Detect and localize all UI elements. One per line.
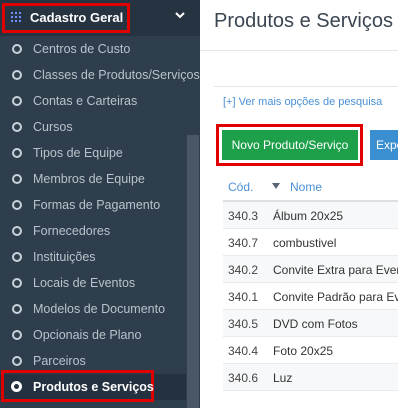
sidebar-item-label: Cursos bbox=[33, 120, 73, 134]
table-row[interactable]: 340.6 Luz bbox=[223, 364, 398, 391]
sort-desc-icon[interactable] bbox=[272, 183, 280, 189]
circle-icon bbox=[12, 356, 22, 366]
cell-name: DVD com Fotos bbox=[273, 317, 358, 331]
cell-code: 340.6 bbox=[228, 371, 259, 385]
sidebar-item-label: Instituições bbox=[33, 250, 96, 264]
table-row[interactable]: 340.5 DVD com Fotos bbox=[223, 310, 398, 337]
table-row[interactable]: 340.7 combustivel bbox=[223, 229, 398, 256]
divider bbox=[200, 50, 398, 51]
cell-name: Álbum 20x25 bbox=[273, 209, 344, 223]
cell-name: Luz bbox=[273, 371, 293, 385]
sidebar-item-label: Opcionais de Plano bbox=[33, 328, 142, 342]
cell-code: 340.3 bbox=[228, 209, 259, 223]
export-button[interactable]: Expo bbox=[370, 130, 398, 160]
table-header: Cód. Nome bbox=[223, 174, 398, 202]
divider bbox=[214, 86, 398, 87]
circle-icon bbox=[12, 278, 22, 288]
sidebar-item-label: Produtos e Serviços bbox=[33, 380, 154, 394]
sidebar-item[interactable]: Membros de Equipe bbox=[0, 166, 186, 192]
cell-name: Convite Extra para Event bbox=[273, 263, 398, 277]
cell-code: 340.4 bbox=[228, 344, 259, 358]
circle-icon bbox=[12, 44, 22, 54]
circle-icon bbox=[12, 304, 22, 314]
table-row[interactable]: 340.2 Convite Extra para Event bbox=[223, 256, 398, 283]
circle-icon bbox=[12, 330, 22, 340]
sidebar-item[interactable]: Instituições bbox=[0, 244, 186, 270]
circle-icon bbox=[12, 122, 22, 132]
sidebar-item[interactable]: Produtos e Serviços bbox=[0, 370, 186, 402]
sidebar-menu: Centros de Custo Classes de Produtos/Serv… bbox=[0, 36, 200, 402]
table-row[interactable]: 340.4 Foto 20x25 bbox=[223, 337, 398, 364]
sidebar-item-label: Contas e Carteiras bbox=[33, 94, 138, 108]
circle-icon bbox=[12, 226, 22, 236]
sidebar-item[interactable]: Modelos de Documento bbox=[0, 296, 186, 322]
sidebar-item-label: Membros de Equipe bbox=[33, 172, 145, 186]
cell-code: 340.5 bbox=[228, 317, 259, 331]
column-header-name[interactable]: Nome bbox=[290, 180, 322, 194]
new-product-button[interactable]: Novo Produto/Serviço bbox=[222, 130, 358, 160]
sidebar-item[interactable]: Locais de Eventos bbox=[0, 270, 186, 296]
sidebar-section-header[interactable]: Cadastro Geral bbox=[0, 0, 200, 36]
circle-icon bbox=[12, 174, 22, 184]
circle-icon bbox=[12, 96, 22, 106]
cell-code: 340.2 bbox=[228, 263, 259, 277]
sidebar-item-label: Centros de Custo bbox=[33, 42, 131, 56]
column-header-code[interactable]: Cód. bbox=[228, 180, 253, 194]
main-content: Produtos e Serviços [+] Ver mais opções … bbox=[200, 0, 398, 408]
sidebar-item[interactable]: Centros de Custo bbox=[0, 36, 186, 62]
sidebar-item[interactable]: Fornecedores bbox=[0, 218, 186, 244]
sidebar-item-label: Parceiros bbox=[33, 354, 86, 368]
cell-code: 340.7 bbox=[228, 236, 259, 250]
page-title: Produtos e Serviços bbox=[214, 10, 393, 32]
sidebar-item-label: Classes de Produtos/Serviços bbox=[33, 68, 200, 82]
sidebar-item-label: Fornecedores bbox=[33, 224, 111, 238]
sidebar-section-title: Cadastro Geral bbox=[30, 10, 124, 25]
cell-name: Convite Padrão para Eve bbox=[273, 290, 398, 304]
sidebar-scrollbar[interactable] bbox=[187, 135, 199, 408]
circle-icon bbox=[11, 381, 22, 392]
circle-icon bbox=[12, 200, 22, 210]
cell-name: Foto 20x25 bbox=[273, 344, 334, 358]
sidebar-item[interactable]: Formas de Pagamento bbox=[0, 192, 186, 218]
table-row[interactable]: 340.1 Convite Padrão para Eve bbox=[223, 283, 398, 310]
products-table: Cód. Nome 340.3 Álbum 20x25 340.7 combustiv… bbox=[223, 174, 398, 391]
sidebar-item[interactable]: Classes de Produtos/Serviços bbox=[0, 62, 200, 88]
chevron-down-icon[interactable] bbox=[174, 9, 186, 21]
table-row[interactable]: 340.3 Álbum 20x25 bbox=[223, 202, 398, 229]
cell-name: combustivel bbox=[273, 236, 337, 250]
circle-icon bbox=[12, 70, 22, 80]
sidebar-item-label: Modelos de Documento bbox=[33, 302, 166, 316]
sidebar-item[interactable]: Contas e Carteiras bbox=[0, 88, 186, 114]
sidebar: Cadastro Geral Centros de Custo Classes d… bbox=[0, 0, 200, 408]
sidebar-item-label: Formas de Pagamento bbox=[33, 198, 161, 212]
cell-code: 340.1 bbox=[228, 290, 259, 304]
sidebar-item[interactable]: Cursos bbox=[0, 114, 186, 140]
sidebar-item-label: Tipos de Equipe bbox=[33, 146, 123, 160]
circle-icon bbox=[12, 148, 22, 158]
sidebar-item[interactable]: Opcionais de Plano bbox=[0, 322, 186, 348]
more-search-options-link[interactable]: [+] Ver mais opções de pesquisa bbox=[223, 96, 382, 108]
sidebar-item-label: Locais de Eventos bbox=[33, 276, 136, 290]
grid-icon bbox=[11, 12, 21, 22]
table-body: 340.3 Álbum 20x25 340.7 combustivel 340.2 Con… bbox=[223, 202, 398, 391]
sidebar-item[interactable]: Tipos de Equipe bbox=[0, 140, 186, 166]
circle-icon bbox=[12, 252, 22, 262]
